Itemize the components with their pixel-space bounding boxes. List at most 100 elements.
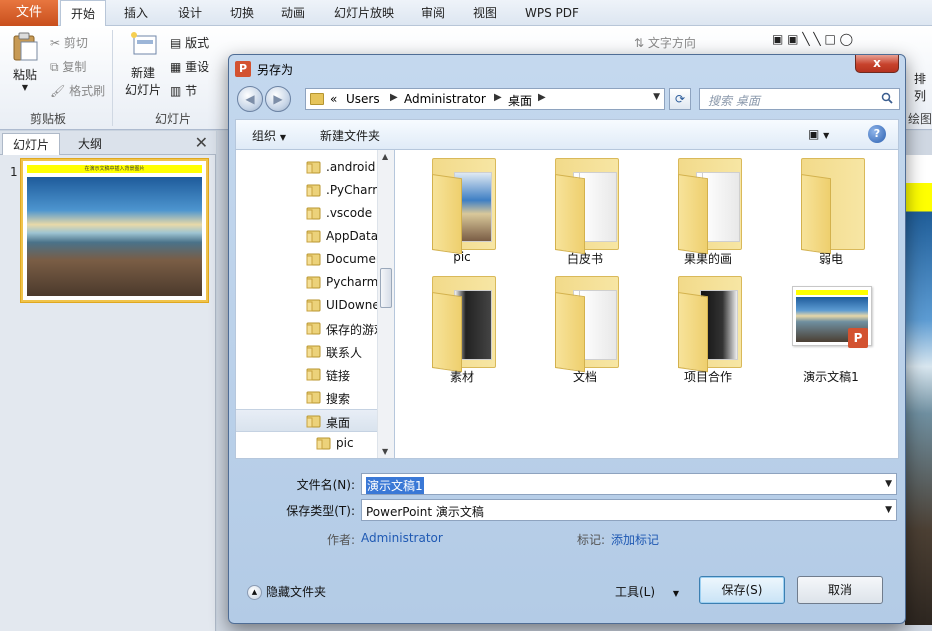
tab-review[interactable]: 审阅 <box>421 0 445 26</box>
nav-item[interactable]: PycharmProjects <box>236 271 378 294</box>
new-slide-button[interactable]: 新建 幻灯片 <box>118 30 168 98</box>
folder-icon <box>306 344 321 358</box>
chevron-down-icon[interactable]: ▼ <box>885 479 892 489</box>
scrollbar-thumb[interactable] <box>380 268 392 308</box>
filename-label: 文件名(N): <box>296 478 355 492</box>
folder-icon <box>306 390 321 404</box>
nav-item[interactable]: 联系人 <box>236 340 378 363</box>
scroll-up-icon[interactable]: ▲ <box>382 152 388 161</box>
chevron-right-icon[interactable]: ▶ <box>538 92 546 103</box>
copy-button[interactable]: ⧉ 复制 <box>50 58 86 75</box>
address-segment-users[interactable]: Users <box>346 92 380 106</box>
nav-item-label: 桌面 <box>326 416 351 430</box>
scroll-down-icon[interactable]: ▼ <box>382 447 388 456</box>
format-painter-button[interactable]: 🖌 格式刷 <box>50 82 105 99</box>
reset-button[interactable]: ▦ 重设 <box>170 58 209 75</box>
address-bar[interactable]: « Users ▶ Administrator ▶ 桌面 ▶ ▼ <box>305 88 665 110</box>
nav-item[interactable]: AppData <box>236 225 378 248</box>
nav-item[interactable]: 搜索 <box>236 386 378 409</box>
cancel-button[interactable]: 取消 <box>797 576 883 604</box>
nav-item[interactable]: 保存的游戏 <box>236 317 378 340</box>
file-item[interactable]: 果果的画 <box>653 158 763 268</box>
nav-scrollbar[interactable]: ▲ ▼ <box>377 150 394 458</box>
refresh-icon: ⟳ <box>674 92 686 106</box>
tab-transitions[interactable]: 切换 <box>230 0 254 26</box>
cut-button[interactable]: ✂ 剪切 <box>50 34 88 51</box>
filename-field[interactable]: 演示文稿1 ▼ <box>361 473 897 495</box>
drawing-group-label: 绘图 <box>908 112 932 126</box>
chevron-down-icon[interactable]: ▼ <box>885 505 892 515</box>
file-item[interactable]: 项目合作 <box>653 276 763 386</box>
forward-button[interactable]: ▶ <box>265 86 291 112</box>
filetype-select[interactable]: PowerPoint 演示文稿 ▼ <box>361 499 897 521</box>
tab-home[interactable]: 开始 <box>60 0 107 27</box>
tab-outline[interactable]: 大纲 <box>68 133 112 155</box>
nav-item[interactable]: pic <box>236 432 378 455</box>
textbox-icon: ▣ <box>772 32 784 46</box>
author-value[interactable]: Administrator <box>361 531 443 545</box>
dialog-title: 另存为 <box>257 63 294 77</box>
layout-label: 版式 <box>185 36 210 50</box>
tab-file[interactable]: 文件 <box>0 0 58 26</box>
layout-button[interactable]: ▤ 版式 <box>170 34 209 51</box>
nav-item[interactable]: 链接 <box>236 363 378 386</box>
arrange-label[interactable]: 排列 <box>914 70 932 104</box>
file-item[interactable]: 文档 <box>530 276 640 386</box>
chevron-right-icon[interactable]: ▶ <box>390 92 398 103</box>
nav-item[interactable]: UIDowner <box>236 294 378 317</box>
section-button[interactable]: ▥ 节 <box>170 82 197 99</box>
paste-button[interactable]: 粘贴 ▼ <box>8 32 42 92</box>
file-item[interactable]: 素材 <box>407 276 517 386</box>
nav-item[interactable]: .android <box>236 156 378 179</box>
reset-label: 重设 <box>185 60 210 74</box>
tab-view[interactable]: 视图 <box>473 0 497 26</box>
hide-folders-button[interactable]: ▲ 隐藏文件夹 <box>247 583 326 600</box>
dialog-close-button[interactable]: x <box>855 55 899 73</box>
save-button[interactable]: 保存(S) <box>699 576 785 604</box>
tab-slides[interactable]: 幻灯片 <box>2 133 61 155</box>
organize-button[interactable]: 组织 ▼ <box>252 127 286 144</box>
address-prefix[interactable]: « <box>330 92 337 106</box>
arrow-left-icon: ◀ <box>245 92 255 106</box>
slide-thumbnail[interactable]: 在演示文稿中插入背景图片 <box>21 159 208 302</box>
tags-label: 标记: <box>577 533 606 547</box>
new-folder-button[interactable]: 新建文件夹 <box>320 127 380 144</box>
filetype-label: 保存类型(T): <box>286 504 355 518</box>
search-icon[interactable] <box>881 92 893 104</box>
tab-design[interactable]: 设计 <box>178 0 202 26</box>
format-painter-label: 格式刷 <box>69 84 106 98</box>
file-item[interactable]: pic <box>407 158 517 268</box>
file-item[interactable]: P 演示文稿1 <box>776 276 886 386</box>
tab-slideshow[interactable]: 幻灯片放映 <box>334 0 394 26</box>
nav-item[interactable]: .PyCharm <box>236 179 378 202</box>
chevron-right-icon[interactable]: ▶ <box>494 92 502 103</box>
nav-item-label: 链接 <box>326 369 351 383</box>
tab-insert[interactable]: 插入 <box>124 0 148 26</box>
file-item[interactable]: 白皮书 <box>530 158 640 268</box>
view-options-button[interactable]: ▣ ▼ <box>808 127 829 141</box>
tools-button[interactable]: 工具(L) ▼ <box>615 583 679 600</box>
back-button[interactable]: ◀ <box>237 86 263 112</box>
shapes-gallery[interactable]: ▣ ▣ ╲ ╲ □ ◯ <box>772 32 853 46</box>
tab-wps-pdf[interactable]: WPS PDF <box>525 0 579 26</box>
nav-item[interactable]: .vscode <box>236 202 378 225</box>
text-direction-button[interactable]: ⇅ 文字方向 <box>634 34 696 51</box>
close-icon[interactable]: ✕ <box>195 133 208 152</box>
help-button[interactable]: ? <box>868 125 886 143</box>
chevron-up-icon: ▲ <box>247 585 262 600</box>
nav-item[interactable]: Documents <box>236 248 378 271</box>
file-label: 项目合作 <box>683 370 732 384</box>
address-segment-administrator[interactable]: Administrator <box>404 92 486 106</box>
tab-animations[interactable]: 动画 <box>281 0 305 26</box>
nav-item-label: 搜索 <box>326 392 351 406</box>
search-input[interactable]: 搜索 桌面 <box>699 88 900 110</box>
refresh-button[interactable]: ⟳ <box>669 88 691 110</box>
ribbon-divider <box>112 30 113 126</box>
add-tags-link[interactable]: 添加标记 <box>611 531 659 548</box>
file-item[interactable]: 弱电 <box>776 158 886 268</box>
nav-item[interactable]: 桌面 <box>236 409 378 432</box>
folder-icon <box>306 367 321 381</box>
address-segment-desktop[interactable]: 桌面 <box>508 92 532 109</box>
file-label: 白皮书 <box>566 252 603 266</box>
chevron-down-icon[interactable]: ▼ <box>653 92 660 102</box>
